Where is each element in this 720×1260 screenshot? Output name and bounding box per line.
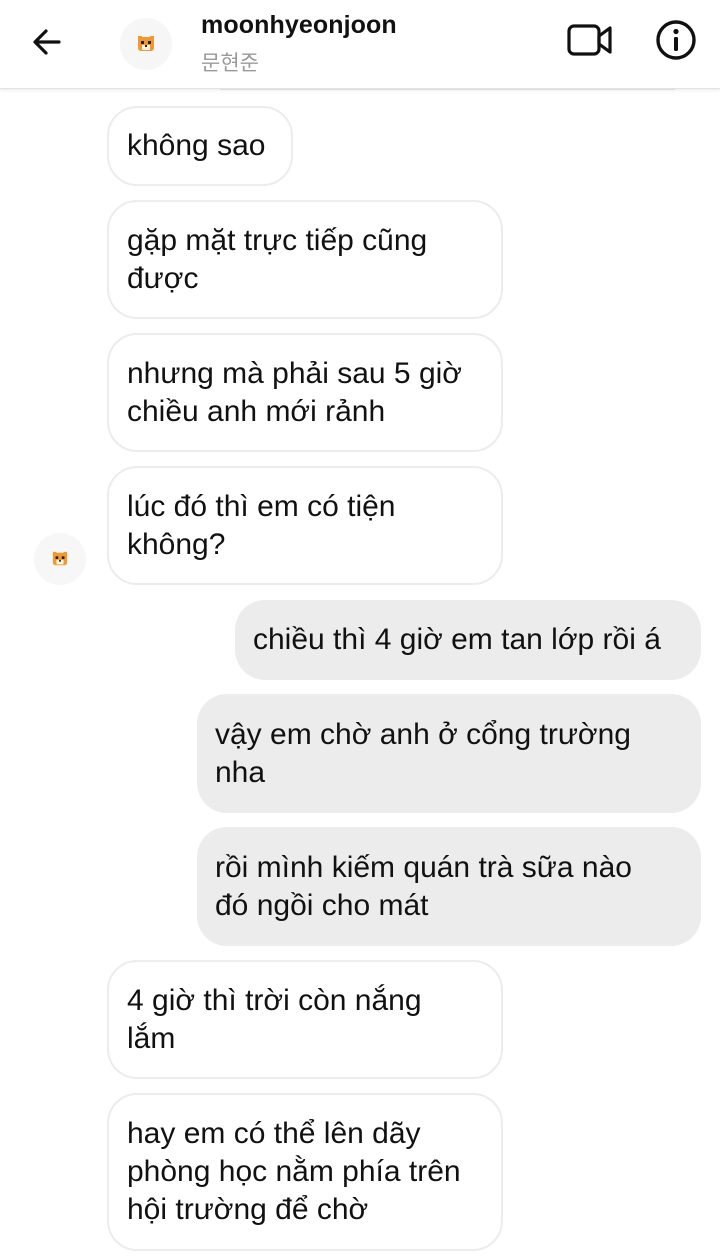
message-bubble-incoming[interactable]: hay em có thể lên dãy phòng học nằm phía…	[107, 1093, 503, 1251]
message-bubble-incoming[interactable]: nhưng mà phải sau 5 giờ chiều anh mới rả…	[107, 333, 503, 452]
message-line: chiều anh mới rảnh	[127, 394, 386, 428]
message-bubble-outgoing[interactable]: chiều thì 4 giờ em tan lớp rồi á	[235, 600, 701, 680]
message-bubble-outgoing[interactable]: vậy em chờ anh ở cổng trường nha	[197, 694, 701, 813]
arrow-left-icon	[33, 29, 61, 55]
contact-username[interactable]: moonhyeonjoon	[201, 11, 397, 40]
message-line: chiều thì 4 giờ em tan lớp rồi á	[253, 623, 661, 656]
back-button[interactable]	[22, 18, 72, 66]
info-icon	[656, 20, 696, 60]
chat-header: moonhyeonjoon 문현준	[0, 0, 720, 89]
video-camera-icon	[567, 24, 612, 56]
message-bubble-incoming[interactable]: không sao	[107, 106, 293, 186]
message-line: vậy em chờ anh ở cổng trường	[215, 717, 631, 751]
contact-display-name: 문현준	[201, 52, 259, 75]
info-button[interactable]	[650, 16, 702, 64]
message-line: 4 giờ thì trời còn nắng	[127, 983, 422, 1017]
message-line: hay em có thể lên dãy	[127, 1117, 421, 1150]
message-line: phòng học nằm phía trên	[127, 1155, 461, 1188]
message-line: đó ngồi cho mát	[215, 888, 429, 922]
message-line: nha	[215, 755, 266, 789]
message-bubble-incoming[interactable]: gặp mặt trực tiếp cũng được	[107, 200, 503, 319]
message-bubble-incoming[interactable]: 4 giờ thì trời còn nắng lắm	[107, 960, 503, 1079]
sender-avatar[interactable]	[34, 533, 86, 585]
tiger-avatar-icon	[138, 36, 154, 51]
message-line: rồi mình kiếm quán trà sữa nào	[215, 850, 632, 884]
message-bubble-incoming[interactable]: lúc đó thì em có tiện không?	[107, 466, 503, 585]
video-call-button[interactable]	[562, 16, 618, 64]
message-line: nhưng mà phải sau 5 giờ	[127, 356, 462, 390]
message-line: không sao	[127, 129, 266, 162]
message-line: gặp mặt trực tiếp cũng	[127, 223, 428, 257]
tiger-avatar-icon	[52, 551, 68, 566]
message-bubble-outgoing[interactable]: rồi mình kiếm quán trà sữa nào đó ngồi c…	[197, 827, 701, 946]
message-line: lúc đó thì em có tiện	[127, 489, 396, 523]
contact-avatar[interactable]	[120, 18, 172, 70]
message-line: hội trường để chờ	[127, 1193, 369, 1226]
message-line: không?	[127, 527, 226, 561]
message-line: được	[127, 261, 199, 295]
message-line: lắm	[127, 1021, 176, 1055]
